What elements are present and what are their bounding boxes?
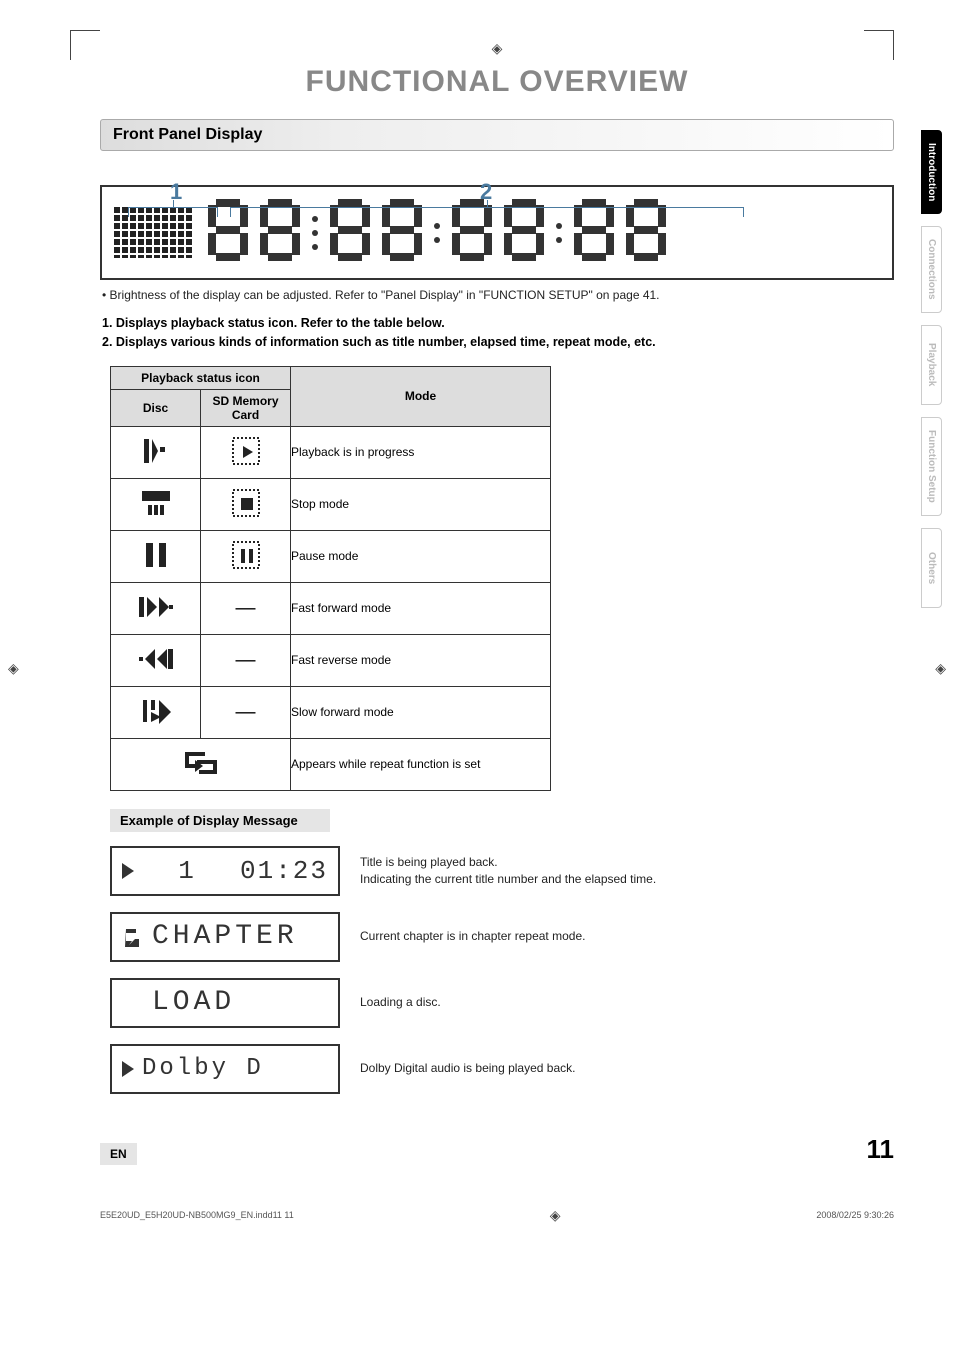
display-panel-diagram: 1 2 xyxy=(100,185,894,280)
example-section-header: Example of Display Message xyxy=(110,809,330,832)
display-load-text: LOAD xyxy=(152,987,235,1018)
sd-dash: — xyxy=(201,686,291,738)
display-dolby-text: Dolby D xyxy=(142,1055,264,1082)
numbered-description-list: 1. Displays playback status icon. Refer … xyxy=(102,314,894,352)
sd-play-icon xyxy=(201,426,291,478)
pause-icon xyxy=(111,530,201,582)
callout-number-1: 1 xyxy=(170,179,182,205)
print-timestamp: 2008/02/25 9:30:26 xyxy=(816,1210,894,1220)
example-description: Dolby Digital audio is being played back… xyxy=(360,1060,894,1077)
colon-dots xyxy=(312,216,318,250)
display-title-number: 1 xyxy=(178,856,196,886)
display-example-load: LOAD xyxy=(110,978,340,1028)
side-navigation-tabs: Introduction Connections Playback Functi… xyxy=(921,130,942,608)
sd-stop-icon xyxy=(201,478,291,530)
example-row: CHAPTER Current chapter is in chapter re… xyxy=(110,912,894,962)
slow-forward-icon xyxy=(111,686,201,738)
display-example-title-time: 1 01:23 xyxy=(110,846,340,896)
example-description: Title is being played back. Indicating t… xyxy=(360,854,894,888)
table-row: — Fast forward mode xyxy=(111,582,551,634)
sd-dash: — xyxy=(201,634,291,686)
table-header-icon: Playback status icon xyxy=(111,366,291,389)
mode-text: Appears while repeat function is set xyxy=(291,738,551,790)
list-item-1: 1. Displays playback status icon. Refer … xyxy=(102,314,894,333)
page-number: 11 xyxy=(867,1134,895,1165)
callout-bracket-2 xyxy=(230,207,744,217)
play-triangle-icon xyxy=(122,863,134,879)
print-footer-bar: E5E20UD_E5H20UD-NB500MG9_EN.indd11 11 ◈ … xyxy=(0,1195,954,1244)
mode-text: Playback is in progress xyxy=(291,426,551,478)
table-header-sd: SD Memory Card xyxy=(201,389,291,426)
mode-text: Stop mode xyxy=(291,478,551,530)
sd-pause-icon xyxy=(201,530,291,582)
sd-dash: — xyxy=(201,582,291,634)
language-badge: EN xyxy=(100,1143,137,1165)
display-example-dolby: Dolby D xyxy=(110,1044,340,1094)
front-panel-display-illustration xyxy=(100,185,894,280)
example-description: Current chapter is in chapter repeat mod… xyxy=(360,928,894,945)
tab-playback[interactable]: Playback xyxy=(921,325,942,405)
fast-forward-icon xyxy=(111,582,201,634)
stop-icon xyxy=(111,478,201,530)
table-row: Pause mode xyxy=(111,530,551,582)
display-example-chapter-repeat: CHAPTER xyxy=(110,912,340,962)
mode-text: Pause mode xyxy=(291,530,551,582)
tab-others[interactable]: Others xyxy=(921,528,942,608)
page-footer: EN 11 xyxy=(100,1134,894,1165)
brightness-note: • Brightness of the display can be adjus… xyxy=(102,288,894,302)
print-registration-mark-top: ◈ xyxy=(100,40,894,57)
page-title: FUNCTIONAL OVERVIEW xyxy=(100,65,894,99)
print-file-info: E5E20UD_E5H20UD-NB500MG9_EN.indd11 11 xyxy=(100,1210,294,1220)
tab-connections[interactable]: Connections xyxy=(921,226,942,313)
table-row: Appears while repeat function is set xyxy=(111,738,551,790)
tab-introduction[interactable]: Introduction xyxy=(921,130,942,214)
table-row: Stop mode xyxy=(111,478,551,530)
callout-bracket-1 xyxy=(128,207,218,217)
colon-dots xyxy=(434,223,440,243)
tab-function-setup[interactable]: Function Setup xyxy=(921,417,942,516)
print-registration-mark-left: ◈ xyxy=(8,660,19,677)
display-chapter-text: CHAPTER xyxy=(152,921,298,952)
fast-reverse-icon xyxy=(111,634,201,686)
table-row: — Slow forward mode xyxy=(111,686,551,738)
list-item-2: 2. Displays various kinds of information… xyxy=(102,333,894,352)
colon-dots xyxy=(556,223,562,243)
table-row: Playback is in progress xyxy=(111,426,551,478)
page-content: ◈ FUNCTIONAL OVERVIEW Front Panel Displa… xyxy=(0,0,954,1195)
repeat-icon-small xyxy=(122,927,144,947)
repeat-icon xyxy=(111,738,291,790)
table-header-mode: Mode xyxy=(291,366,551,426)
mode-text: Fast forward mode xyxy=(291,582,551,634)
playback-status-table: Playback status icon Mode Disc SD Memory… xyxy=(110,366,551,791)
example-row: LOAD Loading a disc. xyxy=(110,978,894,1028)
print-registration-mark-bottom: ◈ xyxy=(550,1207,561,1224)
play-triangle-icon xyxy=(122,1061,134,1077)
example-description: Loading a disc. xyxy=(360,994,894,1011)
play-icon xyxy=(111,426,201,478)
print-registration-mark-right: ◈ xyxy=(935,660,946,677)
display-elapsed-time: 01:23 xyxy=(240,856,328,886)
mode-text: Slow forward mode xyxy=(291,686,551,738)
section-header-front-panel: Front Panel Display xyxy=(100,119,894,151)
example-row: Dolby D Dolby Digital audio is being pla… xyxy=(110,1044,894,1094)
example-row: 1 01:23 Title is being played back. Indi… xyxy=(110,846,894,896)
mode-text: Fast reverse mode xyxy=(291,634,551,686)
table-row: — Fast reverse mode xyxy=(111,634,551,686)
table-header-disc: Disc xyxy=(111,389,201,426)
